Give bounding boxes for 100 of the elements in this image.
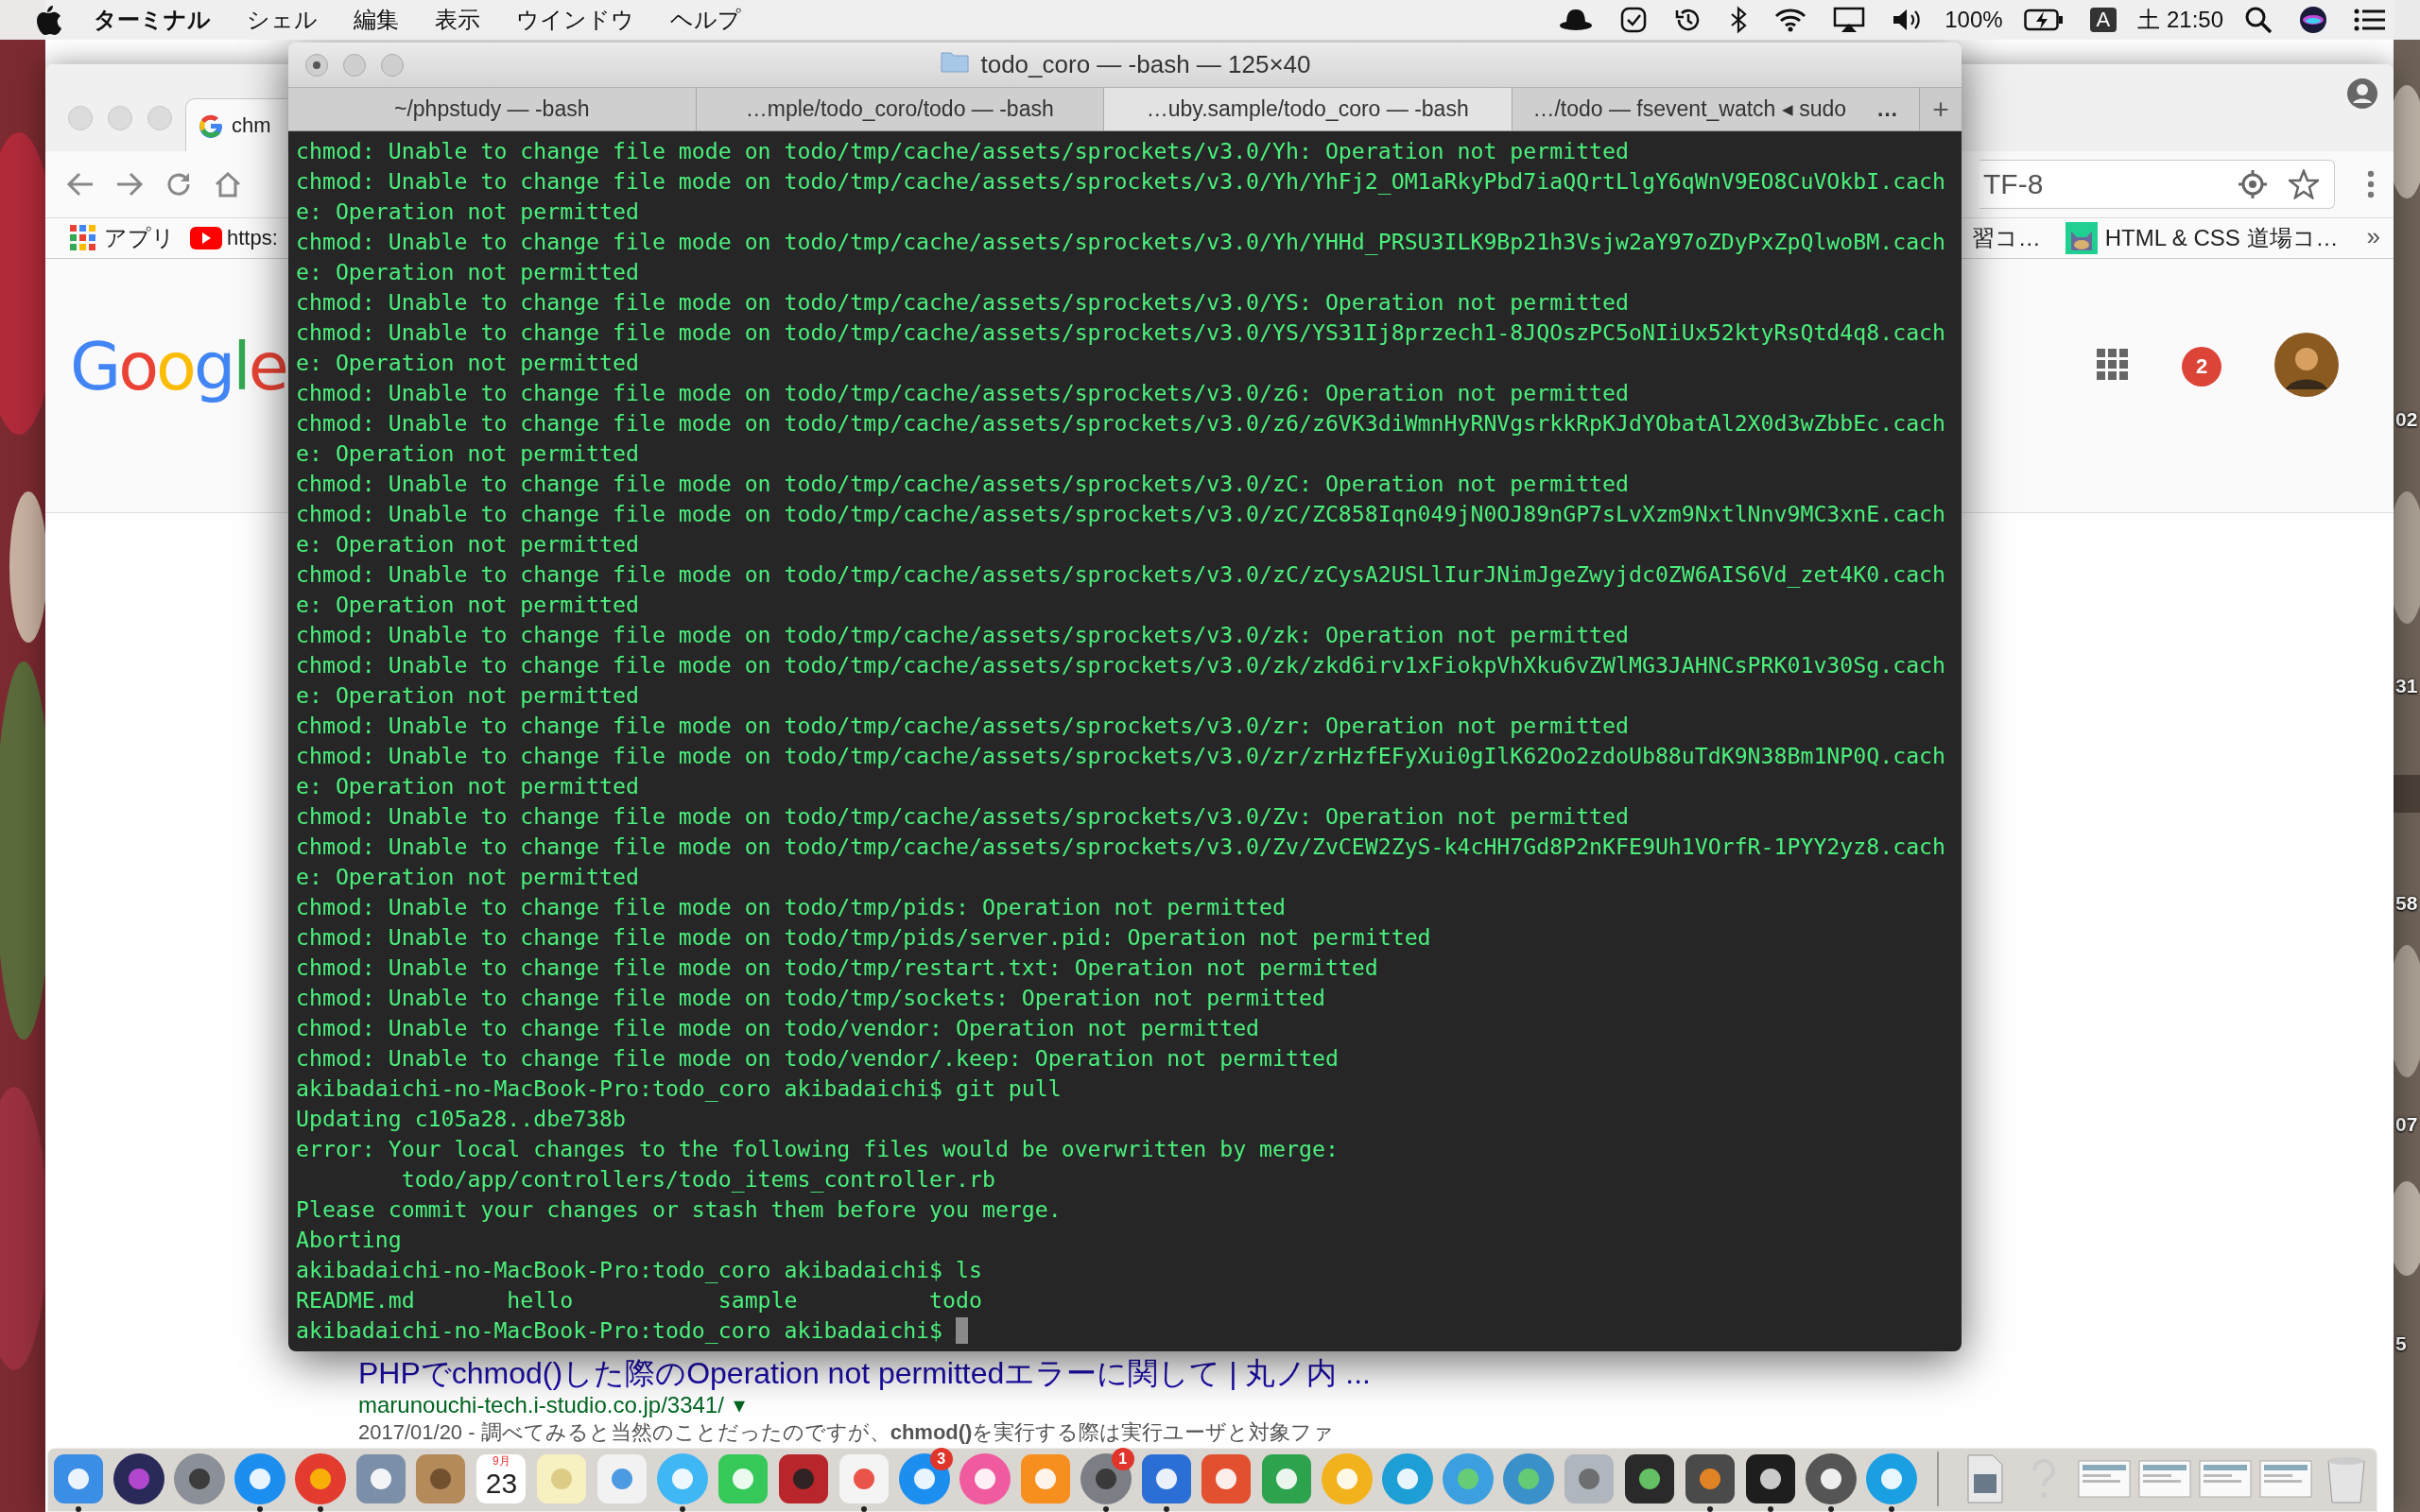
desktop-icon-label: 5 (2395, 1332, 2407, 1355)
result-url: marunouchi-tech.i-studio.co.jp/3341/ (358, 1391, 724, 1419)
terminal-line: error: Your local changes to the following files would be overwritten by merge: (296, 1135, 1339, 1163)
terminal-line: chmod: Unable to change file mode on todo/tmp/cache/assets/sprockets/v3.0/zr: Operation not permitted (296, 712, 1629, 740)
terminal-line: e: Operation not permitted (296, 681, 639, 710)
terminal-line: e: Operation not permitted (296, 772, 639, 800)
battery-percentage: 100% (1945, 7, 2003, 33)
browser-tab[interactable]: chm (185, 98, 287, 151)
terminal-tab[interactable]: …uby.sample/todo_coro — -bash (1104, 88, 1512, 130)
terminal-line: e: Operation not permitted (296, 439, 639, 468)
terminal-line: e: Operation not permitted (296, 863, 639, 891)
minimize-button[interactable] (343, 53, 366, 77)
tab-overflow-button[interactable]: … (1876, 96, 1899, 122)
terminal-tab[interactable]: …/todo — fsevent_watch ◂ sudo … (1512, 88, 1920, 130)
terminal-line: e: Operation not permitted (296, 258, 639, 286)
new-tab-button[interactable]: + (1920, 88, 1962, 130)
more-options-icon[interactable] (2367, 170, 2375, 198)
app-menu[interactable]: ターミナル (76, 5, 229, 35)
terminal-line: akibadaichi-no-MacBook-Pro:todo_coro akibadaichi$ (296, 1316, 944, 1346)
terminal-line: e: Operation not permitted (296, 198, 639, 226)
window-title: todo_coro — -bash — 125×40 (980, 50, 1311, 79)
terminal-line: chmod: Unable to change file mode on todo/tmp/cache/assets/sprockets/v3.0/z6/z6VK3diWmnHyRNVgsrkkRpKJdYObatAl2X0d3wZbbEc.cach (296, 409, 1945, 438)
wifi-icon[interactable] (1774, 8, 1807, 32)
terminal-line: chmod: Unable to change file mode on todo/tmp/cache/assets/sprockets/v3.0/zC: Operation not permitted (296, 470, 1629, 498)
notification-badge: 3 (929, 1448, 953, 1470)
app-icon[interactable] (111, 1452, 166, 1506)
checkmark-icon[interactable] (1619, 6, 1649, 34)
menu-item[interactable]: 表示 (417, 5, 498, 35)
terminal-line: todo/app/controllers/todo_items_controller.rb (400, 1165, 995, 1194)
terminal-line: chmod: Unable to change file mode on todo/tmp/pids: Operation not permitted (296, 893, 1286, 921)
clock[interactable]: 土 21:50 (2137, 5, 2223, 35)
back-icon[interactable] (66, 171, 95, 198)
input-source-indicator[interactable]: A (2089, 8, 2118, 32)
apps-grid-icon (70, 225, 96, 251)
terminal-line: akibadaichi-no-MacBook-Pro:todo_coro akibadaichi$ ls (296, 1256, 982, 1285)
terminal-line: chmod: Unable to change file mode on todo/tmp/cache/assets/sprockets/v3.0/YS/YS31Ij8przech1-8JQOszPC5oNIiUx52ktyRsQtd4q8.cach (296, 318, 1945, 347)
desktop-icon-label: 07 (2395, 1113, 2418, 1136)
terminal-line: chmod: Unable to change file mode on todo/tmp/pids/server.pid: Operation not permitted (296, 923, 1431, 952)
terminal-line: chmod: Unable to change file mode on todo/tmp/cache/assets/sprockets/v3.0/zk/zkd6irv1xFiokpVhXku6vZWlMG3JAHNCsPRK01v30Sg.cach (296, 651, 1945, 679)
bookmark-link[interactable]: HTML & CSS 道場コ… (2065, 222, 2339, 254)
app-icon[interactable] (171, 1452, 227, 1506)
bookmark-star-icon[interactable] (2289, 169, 2319, 199)
url-dropdown-caret[interactable]: ▾ (733, 1391, 745, 1419)
text-cursor (956, 1317, 968, 1344)
address-bar[interactable]: TF-8 (1979, 160, 2335, 209)
notification-badge: 1 (1111, 1448, 1134, 1470)
notification-badge[interactable]: 2 (2182, 347, 2221, 387)
terminal-line: akibadaichi-no-MacBook-Pro:todo_coro akibadaichi$ git pull (296, 1074, 1062, 1104)
result-snippet: 2017/01/20 - 調べてみると当然のことだったのですが、chmod()を実行する際は実行ユーザと対象ファ (358, 1419, 1336, 1446)
zoom-button[interactable] (381, 53, 404, 77)
bookmark-link[interactable]: アプリ (70, 223, 175, 253)
calendar-icon[interactable]: 9月 23 (476, 1454, 527, 1503)
menu-item[interactable]: シェル (229, 5, 336, 35)
desktop-icon-label: 02 (2395, 408, 2418, 431)
cat-face-icon (2065, 222, 2098, 254)
menu-item[interactable]: 編集 (336, 5, 417, 35)
menu-list-icon[interactable] (2354, 8, 2386, 32)
bluetooth-icon[interactable] (1729, 6, 1749, 34)
terminal-line: Please commit your changes or stash them before you merge. (296, 1195, 1062, 1224)
location-target-icon[interactable] (2238, 169, 2268, 199)
forward-icon[interactable] (115, 171, 144, 198)
terminal-line: chmod: Unable to change file mode on todo/tmp/cache/assets/sprockets/v3.0/Yh/YHHd_PRSU3ILK9Bp21h3Vsjw2aY97oZDyPxZpQlwoBM.cach (296, 228, 1945, 257)
terminal-line: chmod: Unable to change file mode on todo/tmp/cache/assets/sprockets/v3.0/YS: Operation not permitted (296, 288, 1629, 317)
hat-icon[interactable] (1559, 8, 1594, 32)
app-icon[interactable] (1803, 1452, 1858, 1506)
app-icon[interactable] (776, 1452, 831, 1506)
terminal-tab[interactable]: ~/phpstudy — -bash (288, 88, 697, 130)
menu-item[interactable]: ウインドウ (498, 5, 652, 35)
apple-icon[interactable] (34, 4, 62, 36)
terminal-line: e: Operation not permitted (296, 349, 639, 377)
bookmark-link[interactable]: https: (190, 223, 278, 253)
orb-icon[interactable] (2299, 6, 2327, 34)
terminal-line: chmod: Unable to change file mode on todo/vendor/.keep: Operation not permitted (296, 1044, 1339, 1073)
terminal-line: Aborting (296, 1226, 402, 1254)
terminal-line: README.md hello sample todo (296, 1286, 982, 1314)
app-icon[interactable] (1078, 1452, 1133, 1506)
terminal-line: e: Operation not permitted (296, 591, 639, 619)
terminal-tab[interactable]: …mple/todo_coro/todo — -bash (696, 88, 1104, 130)
terminal-line: chmod: Unable to change file mode on todo/vendor: Operation not permitted (296, 1014, 1260, 1042)
desktop-icon-label: 31 (2395, 675, 2418, 697)
desktop-icon-label: 58 (2395, 892, 2418, 915)
menu-item[interactable]: ヘルプ (652, 5, 759, 35)
battery-charging-icon[interactable] (2023, 9, 2064, 31)
terminal-line: chmod: Unable to change file mode on todo/tmp/restart.txt: Operation not permitted (296, 954, 1378, 982)
terminal-line: chmod: Unable to change file mode on todo/tmp/cache/assets/sprockets/v3.0/Zv: Operation not permitted (296, 802, 1629, 831)
more-bookmarks-button[interactable]: » (2366, 222, 2380, 254)
terminal-line: chmod: Unable to change file mode on todo/tmp/cache/assets/sprockets/v3.0/Yh/YhFj2_OM1aRkyPbd7iaQQrtLlgY6qWnV9EO8CuVOkbI.cach (296, 167, 1945, 197)
terminal-line: chmod: Unable to change file mode on todo/tmp/cache/assets/sprockets/v3.0/Zv/ZvCEW2ZyS-k4cHH7Gd8P2nKFE9Uh1VOrfR-1PYY2yz8.cach (296, 833, 1945, 861)
bookmark-link[interactable]: 習コ… (1971, 222, 2041, 254)
airplay-icon[interactable] (1833, 7, 1866, 33)
search-icon[interactable] (2244, 6, 2273, 34)
search-engine-logo[interactable]: Google (70, 328, 286, 405)
home-icon[interactable] (214, 170, 242, 198)
terminal-line: chmod: Unable to change file mode on todo/tmp/cache/assets/sprockets/v3.0/zC/zCysA2USLlIurJNimJgeZwyjdc0ZW6AIS6Vd_zet4K0.cach (296, 560, 1945, 590)
result-title-link[interactable]: PHPでchmod()した際のOperation not permittedエラーに関して | 丸ノ内 ... (358, 1355, 2394, 1391)
terminal-line: chmod: Unable to change file mode on todo/tmp/sockets: Operation not permitted (296, 984, 1325, 1012)
play-button-icon (190, 227, 222, 249)
terminal-line: chmod: Unable to change file mode on todo/tmp/cache/assets/sprockets/v3.0/z6: Operation not permitted (296, 379, 1629, 407)
terminal-line: e: Operation not permitted (296, 530, 639, 558)
close-button[interactable] (305, 53, 328, 77)
